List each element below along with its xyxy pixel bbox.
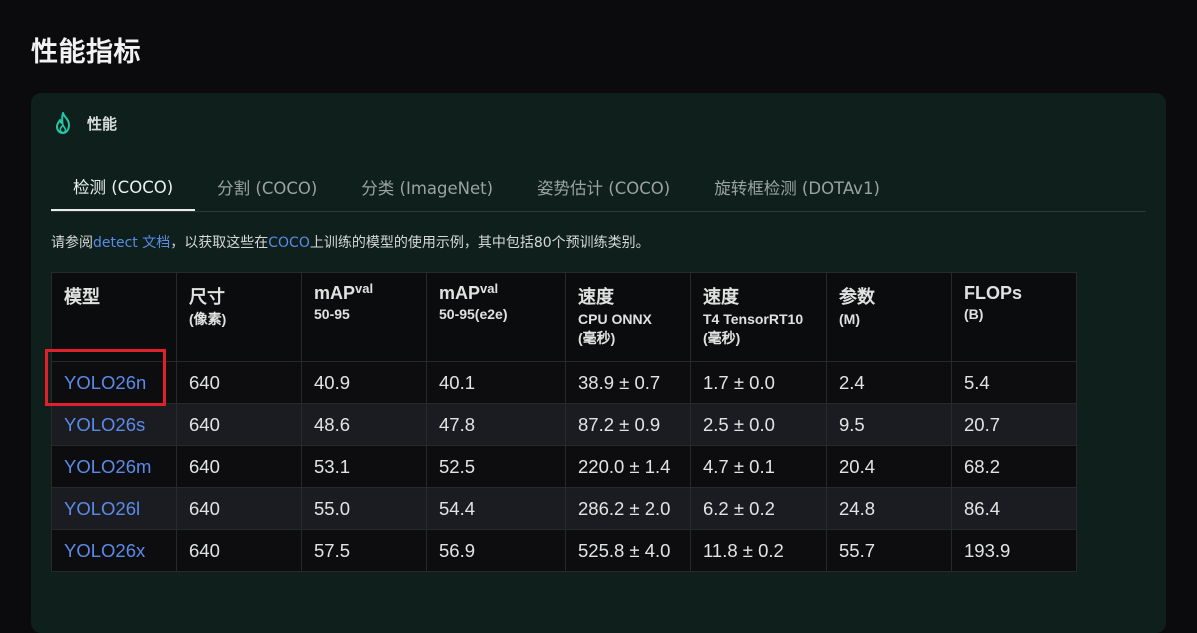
table-cell: 640 — [176, 361, 302, 404]
table-cell: 2.4 — [826, 361, 952, 404]
header-sub: (毫秒) — [703, 330, 741, 346]
tab-segment[interactable]: 分割 (COCO) — [195, 163, 339, 210]
performance-table: 模型 尺寸 (像素) mAPval 50-95 mAPval 50-95(e2e) 速… — [51, 272, 1077, 572]
table-cell: 2.5 ± 0.0 — [690, 403, 827, 446]
panel-title: 性能 — [87, 114, 118, 133]
table-cell: 38.9 ± 0.7 — [565, 361, 691, 404]
flame-icon — [56, 112, 70, 134]
table-cell: 53.1 — [301, 445, 427, 488]
header-flops: FLOPs (B) — [951, 272, 1077, 362]
detect-docs-link[interactable]: detect 文档 — [93, 235, 170, 251]
table-cell: 86.4 — [951, 487, 1077, 530]
table-row: YOLO26n 640 40.9 40.1 38.9 ± 0.7 1.7 ± 0… — [51, 361, 1077, 404]
model-cell: YOLO26x — [51, 529, 177, 572]
table-row: YOLO26l 640 55.0 54.4 286.2 ± 2.0 6.2 ± … — [51, 487, 1077, 530]
table-cell: 40.9 — [301, 361, 427, 404]
table-cell: 6.2 ± 0.2 — [690, 487, 827, 530]
table-cell: 193.9 — [951, 529, 1077, 572]
table-cell: 9.5 — [826, 403, 952, 446]
model-cell: YOLO26s — [51, 403, 177, 446]
header-speed-gpu: 速度 T4 TensorRT10 (毫秒) — [690, 272, 827, 362]
header-sup: val — [355, 281, 374, 296]
table-cell: 68.2 — [951, 445, 1077, 488]
note-middle: ，以获取这些在 — [170, 235, 269, 251]
header-main: 参数 — [839, 287, 875, 307]
header-sub: (像素) — [189, 311, 227, 327]
table-cell: 220.0 ± 1.4 — [565, 445, 691, 488]
table-cell: 640 — [176, 487, 302, 530]
header-main: mAP — [314, 283, 356, 303]
table-cell: 640 — [176, 529, 302, 572]
table-header-row: 模型 尺寸 (像素) mAPval 50-95 mAPval 50-95(e2e) 速… — [51, 272, 1077, 362]
header-sub: (M) — [839, 311, 860, 327]
table-cell: 20.7 — [951, 403, 1077, 446]
header-sub: (B) — [964, 306, 984, 322]
table-cell: 4.7 ± 0.1 — [690, 445, 827, 488]
tab-detect[interactable]: 检测 (COCO) — [51, 163, 196, 211]
table-cell: 286.2 ± 2.0 — [565, 487, 691, 530]
note-prefix: 请参阅 — [51, 235, 93, 251]
table-cell: 87.2 ± 0.9 — [565, 403, 691, 446]
table-cell: 54.4 — [426, 487, 566, 530]
header-size: 尺寸 (像素) — [176, 272, 302, 362]
table-cell: 55.0 — [301, 487, 427, 530]
task-tabs: 检测 (COCO) 分割 (COCO) 分类 (ImageNet) 姿势估计 (… — [51, 163, 1146, 212]
model-cell: YOLO26l — [51, 487, 177, 530]
table-cell: 48.6 — [301, 403, 427, 446]
header-main: FLOPs — [964, 283, 1023, 303]
table-cell: 640 — [176, 403, 302, 446]
header-sub: T4 TensorRT10 — [703, 311, 804, 327]
table-cell: 56.9 — [426, 529, 566, 572]
header-sup: val — [480, 281, 499, 296]
note-suffix: 上训练的模型的使用示例，其中包括80个预训练类别。 — [309, 235, 650, 251]
table-cell: 1.7 ± 0.0 — [690, 361, 827, 404]
header-sub: (毫秒) — [578, 330, 616, 346]
performance-panel: 性能 检测 (COCO) 分割 (COCO) 分类 (ImageNet) 姿势估… — [31, 93, 1166, 633]
table-cell: 24.8 — [826, 487, 952, 530]
header-main: 速度 — [578, 287, 614, 307]
header-main: 模型 — [64, 287, 100, 307]
header-map: mAPval 50-95 — [301, 272, 427, 362]
header-speed-cpu: 速度 CPU ONNX (毫秒) — [565, 272, 691, 362]
model-link[interactable]: YOLO26n — [64, 372, 146, 393]
table-cell: 525.8 ± 4.0 — [565, 529, 691, 572]
panel-header: 性能 — [53, 111, 117, 135]
table-row: YOLO26m 640 53.1 52.5 220.0 ± 1.4 4.7 ± … — [51, 445, 1077, 488]
table-cell: 55.7 — [826, 529, 952, 572]
coco-link[interactable]: COCO — [268, 235, 310, 251]
table-cell: 640 — [176, 445, 302, 488]
model-link[interactable]: YOLO26l — [64, 498, 140, 519]
table-cell: 57.5 — [301, 529, 427, 572]
tab-classify[interactable]: 分类 (ImageNet) — [339, 163, 515, 210]
header-params: 参数 (M) — [826, 272, 952, 362]
header-main: 速度 — [703, 287, 739, 307]
table-row: YOLO26x 640 57.5 56.9 525.8 ± 4.0 11.8 ±… — [51, 529, 1077, 572]
tab-obb[interactable]: 旋转框检测 (DOTAv1) — [692, 163, 902, 210]
header-main: mAP — [439, 283, 481, 303]
usage-note: 请参阅detect 文档，以获取这些在COCO上训练的模型的使用示例，其中包括8… — [51, 232, 650, 252]
table-cell: 47.8 — [426, 403, 566, 446]
model-cell: YOLO26n — [51, 361, 177, 404]
table-cell: 5.4 — [951, 361, 1077, 404]
table-cell: 52.5 — [426, 445, 566, 488]
table-cell: 40.1 — [426, 361, 566, 404]
model-link[interactable]: YOLO26s — [64, 414, 145, 435]
header-sub: CPU ONNX — [578, 311, 652, 327]
table-cell: 11.8 ± 0.2 — [690, 529, 827, 572]
model-cell: YOLO26m — [51, 445, 177, 488]
header-map-e2e: mAPval 50-95(e2e) — [426, 272, 566, 362]
header-model: 模型 — [51, 272, 177, 362]
header-sub: 50-95 — [314, 306, 350, 322]
page-title: 性能指标 — [31, 37, 141, 68]
header-sub: 50-95(e2e) — [439, 306, 508, 322]
model-link[interactable]: YOLO26x — [64, 540, 145, 561]
table-cell: 20.4 — [826, 445, 952, 488]
model-link[interactable]: YOLO26m — [64, 456, 151, 477]
tab-pose[interactable]: 姿势估计 (COCO) — [515, 163, 692, 210]
table-row: YOLO26s 640 48.6 47.8 87.2 ± 0.9 2.5 ± 0… — [51, 403, 1077, 446]
header-main: 尺寸 — [189, 287, 225, 307]
